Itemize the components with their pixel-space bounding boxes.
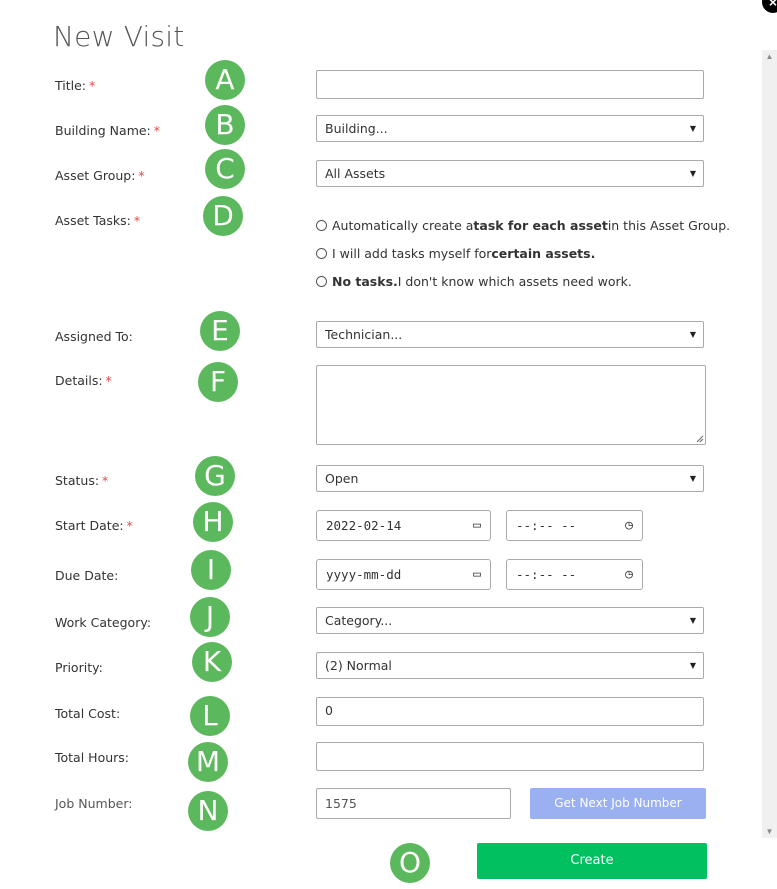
radio-button[interactable] (316, 248, 327, 259)
chevron-down-icon: ▼ (689, 124, 696, 133)
calendar-icon[interactable]: ▭ (473, 560, 481, 589)
marker-j: J (190, 597, 230, 637)
due-date-value: yyyy-mm-dd (326, 567, 402, 582)
job-number-input[interactable]: 1575 (316, 788, 511, 819)
dialog-title: New Visit (53, 20, 185, 53)
building-select-value: Building... (325, 121, 388, 136)
radio-text-bold: certain assets. (491, 246, 596, 261)
marker-k: K (192, 642, 232, 682)
clock-icon[interactable]: ◷ (625, 511, 633, 540)
create-button[interactable]: Create (477, 843, 707, 879)
resize-grip-icon[interactable] (696, 435, 704, 443)
start-time-value: --:-- -- (516, 518, 577, 533)
marker-h: H (193, 502, 233, 542)
status-select[interactable]: Open ▼ (316, 465, 704, 492)
priority-label: Priority: (55, 660, 103, 675)
radio-text: in this Asset Group. (607, 218, 731, 233)
required-mark: * (133, 213, 141, 228)
radio-text: I don't know which assets need work. (397, 274, 632, 289)
required-mark: * (102, 473, 109, 488)
asset-group-label: Asset Group: * (55, 168, 145, 183)
radio-button[interactable] (316, 276, 327, 287)
radio-text-bold: No tasks. (332, 274, 398, 289)
chevron-down-icon: ▼ (689, 330, 696, 339)
chevron-down-icon: ▼ (689, 661, 696, 670)
marker-f: F (198, 362, 238, 402)
building-label: Building Name: * (55, 123, 161, 138)
chevron-down-icon: ▼ (689, 616, 696, 625)
required-mark: * (105, 373, 112, 388)
marker-b: B (205, 105, 245, 145)
marker-i: I (191, 550, 231, 590)
total-cost-input[interactable]: 0 (316, 697, 704, 726)
close-icon[interactable]: × (762, 0, 777, 13)
category-select-value: Category... (325, 613, 393, 628)
marker-o: O (390, 843, 430, 883)
chevron-down-icon: ▼ (689, 474, 696, 483)
details-label: Details: * (55, 373, 112, 388)
chevron-down-icon: ▼ (689, 169, 696, 178)
required-mark: * (89, 78, 96, 93)
due-time-input[interactable]: --:-- -- ◷ (506, 559, 643, 590)
radio-text: I will add tasks myself for (332, 246, 492, 261)
radio-button[interactable] (316, 220, 327, 231)
marker-m: M (188, 742, 228, 782)
marker-l: L (190, 696, 230, 736)
scroll-up-icon[interactable]: ▲ (762, 52, 777, 61)
priority-select[interactable]: (2) Normal ▼ (316, 652, 704, 679)
radio-certain-assets[interactable]: I will add tasks myself for certain asse… (316, 246, 595, 261)
scroll-down-icon[interactable]: ▼ (762, 827, 777, 836)
due-time-value: --:-- -- (516, 567, 577, 582)
job-number-label: Job Number: (55, 796, 133, 811)
get-next-job-number-button[interactable]: Get Next Job Number (530, 788, 706, 819)
building-select[interactable]: Building... ▼ (316, 115, 704, 142)
assigned-to-select[interactable]: Technician... ▼ (316, 321, 704, 348)
start-time-input[interactable]: --:-- -- ◷ (506, 510, 643, 541)
assigned-select-value: Technician... (325, 327, 403, 342)
new-visit-dialog: New Visit Title: * A Building Name: * B Bu… (0, 0, 761, 889)
assigned-to-label: Assigned To: (55, 329, 133, 344)
details-textarea[interactable] (316, 365, 706, 445)
asset-group-select[interactable]: All Assets ▼ (316, 160, 704, 187)
due-date-label: Due Date: (55, 568, 119, 583)
radio-task-each-asset[interactable]: Automatically create a task for each ass… (316, 218, 730, 233)
start-date-input[interactable]: 2022-02-14 ▭ (316, 510, 491, 541)
radio-no-tasks[interactable]: No tasks. I don't know which assets need… (316, 274, 632, 289)
status-label: Status: * (55, 473, 109, 488)
work-category-label: Work Category: (55, 615, 152, 630)
total-cost-label: Total Cost: (55, 706, 121, 721)
total-hours-label: Total Hours: (55, 750, 129, 765)
marker-n: N (188, 791, 228, 831)
status-select-value: Open (325, 471, 359, 486)
title-input[interactable] (316, 70, 704, 99)
marker-a: A (205, 60, 245, 100)
required-mark: * (126, 518, 133, 533)
title-label: Title: * (55, 78, 96, 93)
asset-tasks-label: Asset Tasks: * (55, 213, 141, 228)
start-date-value: 2022-02-14 (326, 518, 402, 533)
due-date-input[interactable]: yyyy-mm-dd ▭ (316, 559, 491, 590)
clock-icon[interactable]: ◷ (625, 560, 633, 589)
scrollbar[interactable]: ▲ ▼ (762, 50, 777, 838)
marker-c: C (205, 149, 245, 189)
required-mark: * (153, 123, 161, 138)
work-category-select[interactable]: Category... ▼ (316, 607, 704, 634)
calendar-icon[interactable]: ▭ (473, 511, 481, 540)
marker-d: D (203, 196, 243, 236)
marker-g: G (195, 456, 235, 496)
start-date-label: Start Date: * (55, 518, 133, 533)
required-mark: * (138, 168, 145, 183)
priority-select-value: (2) Normal (325, 658, 392, 673)
radio-text-bold: task for each asset (473, 218, 608, 233)
asset-group-select-value: All Assets (325, 166, 386, 181)
total-hours-input[interactable] (316, 742, 704, 771)
radio-text: Automatically create a (332, 218, 474, 233)
marker-e: E (200, 311, 240, 351)
